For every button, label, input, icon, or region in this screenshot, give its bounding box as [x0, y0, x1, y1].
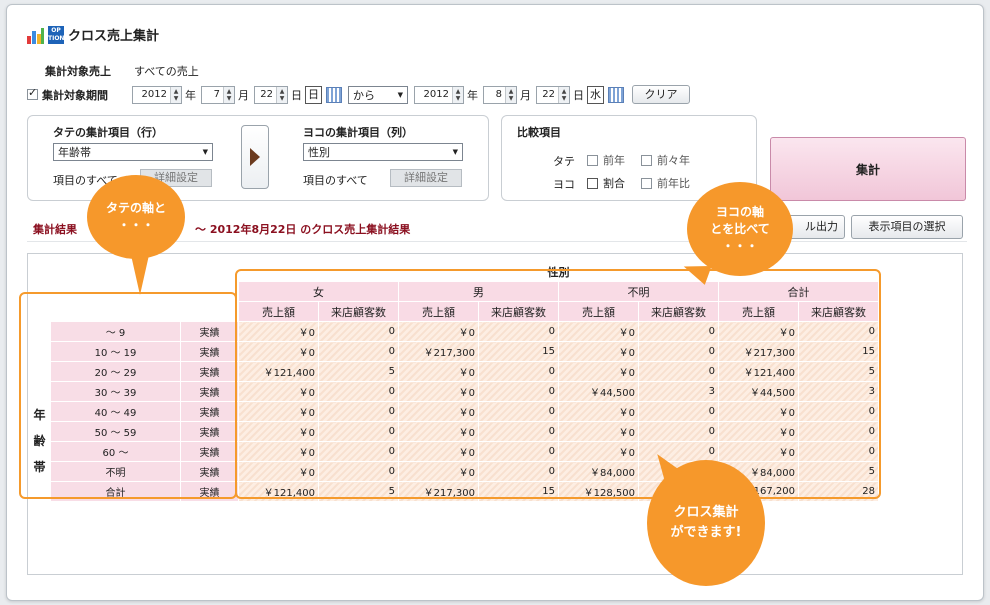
ratio-checkbox[interactable] — [587, 177, 598, 189]
aggregate-button[interactable]: 集計 — [770, 137, 966, 201]
main-window: OPTION クロス売上集計 集計対象売上 すべての売上 集計対象期間 2012… — [6, 4, 984, 601]
play-arrow-icon — [250, 148, 260, 166]
chevron-down-icon: ▼ — [202, 148, 208, 156]
page-title: クロス売上集計 — [68, 29, 160, 44]
col-axis-all-label: 項目のすべて — [303, 174, 368, 187]
app-title-bar: OP TION クロス売上集計 — [27, 25, 159, 44]
calendar-icon[interactable] — [326, 86, 342, 103]
clear-button[interactable]: クリア — [632, 85, 690, 104]
year-unit: 年 — [185, 88, 196, 102]
start-month-spinner[interactable]: 7 ▲ ▼ — [201, 85, 235, 104]
row-axis-title: タテの集計項目（行） — [53, 126, 163, 139]
compare-tate-label: タテ — [553, 155, 575, 168]
col-detail-button[interactable]: 詳細設定 — [390, 169, 462, 187]
spinner-arrows-icon[interactable]: ▲ ▼ — [223, 86, 234, 103]
col-axis-highlight — [235, 269, 881, 499]
compare-yoy[interactable]: 前年比 — [641, 175, 690, 191]
chevron-down-icon: ▼ — [397, 90, 403, 99]
end-year-spinner[interactable]: 2012 ▲ ▼ — [414, 85, 464, 104]
end-month-spinner[interactable]: 8 ▲ ▼ — [483, 85, 517, 104]
end-weekday: 水 — [587, 85, 604, 104]
spinner-arrows-icon[interactable]: ▲ ▼ — [276, 86, 287, 103]
month-unit: 月 — [520, 88, 531, 102]
range-select[interactable]: から ▼ — [348, 85, 408, 104]
day-unit: 日 — [573, 88, 584, 102]
compare-prev-year[interactable]: 前年 — [587, 152, 625, 168]
yoy-checkbox[interactable] — [641, 177, 652, 189]
chart-logo-icon — [27, 26, 45, 44]
period-checkbox[interactable] — [27, 86, 38, 100]
results-title-end: ～ 2012年8月22日 のクロス売上集計結果 — [195, 223, 411, 236]
target-sales-value: すべての売上 — [134, 65, 199, 78]
callout-tate: タテの軸と ・・・ — [87, 175, 185, 259]
start-day-spinner[interactable]: 22 ▲ ▼ — [254, 85, 288, 104]
compare-yoko-label: ヨコ — [553, 178, 575, 191]
col-axis-title: ヨコの集計項目（列） — [303, 126, 413, 139]
spinner-arrows-icon[interactable]: ▲ ▼ — [170, 86, 181, 103]
chevron-down-icon: ▼ — [452, 148, 458, 156]
year-unit: 年 — [467, 88, 478, 102]
select-items-button[interactable]: 表示項目の選択 — [851, 215, 963, 239]
period-row: 集計対象期間 2012▲▼ 年 7▲▼ 月 22▲▼ 日 日 から▼ 2012▲… — [27, 85, 690, 104]
prev-year-checkbox[interactable] — [587, 154, 598, 166]
start-weekday: 日 — [305, 85, 322, 104]
row-axis-select[interactable]: 年齢帯 ▼ — [53, 143, 213, 161]
target-sales-label: 集計対象売上 — [45, 65, 111, 78]
start-year-spinner[interactable]: 2012 ▲ ▼ — [132, 85, 182, 104]
compare-title: 比較項目 — [517, 126, 561, 139]
end-day-spinner[interactable]: 22 ▲ ▼ — [536, 85, 570, 104]
month-unit: 月 — [238, 88, 249, 102]
period-label: 集計対象期間 — [42, 88, 108, 102]
prev-prev-year-checkbox[interactable] — [641, 154, 652, 166]
compare-prev-prev-year[interactable]: 前々年 — [641, 152, 690, 168]
row-axis-highlight — [19, 292, 237, 499]
results-title-start: 集計結果 — [33, 223, 77, 236]
spinner-arrows-icon[interactable]: ▲ ▼ — [505, 86, 516, 103]
calendar-icon[interactable] — [608, 86, 624, 103]
day-unit: 日 — [291, 88, 302, 102]
callout-tail — [131, 255, 149, 295]
compare-ratio[interactable]: 割合 — [587, 175, 625, 191]
col-axis-select[interactable]: 性別 ▼ — [303, 143, 463, 161]
swap-axes-button[interactable] — [241, 125, 269, 189]
spinner-arrows-icon[interactable]: ▲ ▼ — [452, 86, 463, 103]
spinner-arrows-icon[interactable]: ▲ ▼ — [558, 86, 569, 103]
option-logo-icon: OP TION — [48, 25, 65, 44]
